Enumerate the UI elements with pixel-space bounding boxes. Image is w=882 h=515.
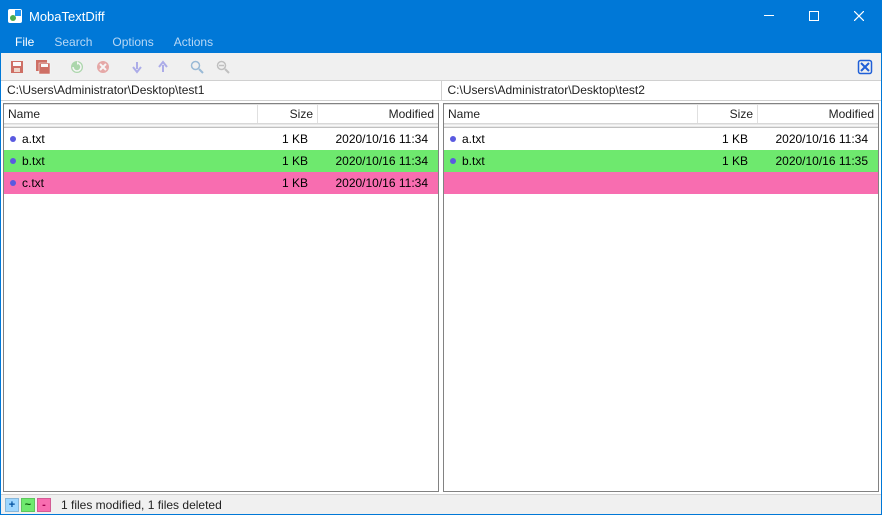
- window-title: MobaTextDiff: [29, 9, 746, 24]
- left-column-header[interactable]: Name Size Modified: [4, 104, 438, 124]
- titlebar: MobaTextDiff: [1, 1, 881, 31]
- file-modified: 2020/10/16 11:34: [754, 132, 874, 146]
- file-name: b.txt: [462, 154, 694, 168]
- file-icon: [10, 158, 16, 164]
- file-row[interactable]: a.txt1 KB2020/10/16 11:34: [444, 128, 878, 150]
- minimize-button[interactable]: [746, 1, 791, 31]
- file-size: 1 KB: [694, 154, 754, 168]
- right-pane: Name Size Modified a.txt1 KB2020/10/16 1…: [443, 103, 879, 492]
- right-path[interactable]: C:\Users\Administrator\Desktop\test2: [441, 81, 882, 100]
- right-column-header[interactable]: Name Size Modified: [444, 104, 878, 124]
- col-name[interactable]: Name: [4, 104, 258, 123]
- file-row[interactable]: [444, 172, 878, 194]
- refresh-button[interactable]: [65, 56, 89, 78]
- status-summary: 1 files modified, 1 files deleted: [61, 498, 222, 512]
- file-icon: [10, 136, 16, 142]
- legend-deleted: -: [37, 498, 51, 512]
- file-icon: [450, 136, 456, 142]
- file-icon: [10, 180, 16, 186]
- next-diff-button[interactable]: [125, 56, 149, 78]
- close-panel-button[interactable]: [853, 56, 877, 78]
- cancel-button[interactable]: [91, 56, 115, 78]
- file-modified: 2020/10/16 11:34: [314, 154, 434, 168]
- legend-added: +: [5, 498, 19, 512]
- statusbar: + ~ - 1 files modified, 1 files deleted: [1, 494, 881, 514]
- prev-diff-button[interactable]: [151, 56, 175, 78]
- file-name: a.txt: [22, 132, 254, 146]
- file-size: 1 KB: [254, 132, 314, 146]
- menu-file[interactable]: File: [5, 31, 44, 53]
- file-size: 1 KB: [254, 176, 314, 190]
- maximize-button[interactable]: [791, 1, 836, 31]
- zoom-button[interactable]: [185, 56, 209, 78]
- file-size: 1 KB: [254, 154, 314, 168]
- menu-search[interactable]: Search: [44, 31, 102, 53]
- col-modified[interactable]: Modified: [758, 104, 878, 123]
- file-size: 1 KB: [694, 132, 754, 146]
- file-row[interactable]: b.txt1 KB2020/10/16 11:34: [4, 150, 438, 172]
- file-row[interactable]: c.txt1 KB2020/10/16 11:34: [4, 172, 438, 194]
- save-all-button[interactable]: [31, 56, 55, 78]
- file-icon: [450, 158, 456, 164]
- file-row[interactable]: b.txt1 KB2020/10/16 11:35: [444, 150, 878, 172]
- file-name: a.txt: [462, 132, 694, 146]
- path-bar: C:\Users\Administrator\Desktop\test1 C:\…: [1, 81, 881, 101]
- compare-panes: Name Size Modified a.txt1 KB2020/10/16 1…: [1, 101, 881, 494]
- close-button[interactable]: [836, 1, 881, 31]
- left-file-list[interactable]: a.txt1 KB2020/10/16 11:34b.txt1 KB2020/1…: [4, 128, 438, 491]
- col-name[interactable]: Name: [444, 104, 698, 123]
- menu-actions[interactable]: Actions: [164, 31, 223, 53]
- menubar: File Search Options Actions: [1, 31, 881, 53]
- menu-options[interactable]: Options: [102, 31, 163, 53]
- col-modified[interactable]: Modified: [318, 104, 438, 123]
- file-modified: 2020/10/16 11:35: [754, 154, 874, 168]
- legend-modified: ~: [21, 498, 35, 512]
- zoom-reset-button[interactable]: [211, 56, 235, 78]
- col-size[interactable]: Size: [258, 104, 318, 123]
- app-icon: [7, 8, 23, 24]
- save-button[interactable]: [5, 56, 29, 78]
- toolbar: [1, 53, 881, 81]
- right-file-list[interactable]: a.txt1 KB2020/10/16 11:34b.txt1 KB2020/1…: [444, 128, 878, 491]
- file-name: c.txt: [22, 176, 254, 190]
- file-modified: 2020/10/16 11:34: [314, 132, 434, 146]
- file-row[interactable]: a.txt1 KB2020/10/16 11:34: [4, 128, 438, 150]
- file-modified: 2020/10/16 11:34: [314, 176, 434, 190]
- left-path[interactable]: C:\Users\Administrator\Desktop\test1: [1, 81, 441, 100]
- file-name: b.txt: [22, 154, 254, 168]
- col-size[interactable]: Size: [698, 104, 758, 123]
- left-pane: Name Size Modified a.txt1 KB2020/10/16 1…: [3, 103, 439, 492]
